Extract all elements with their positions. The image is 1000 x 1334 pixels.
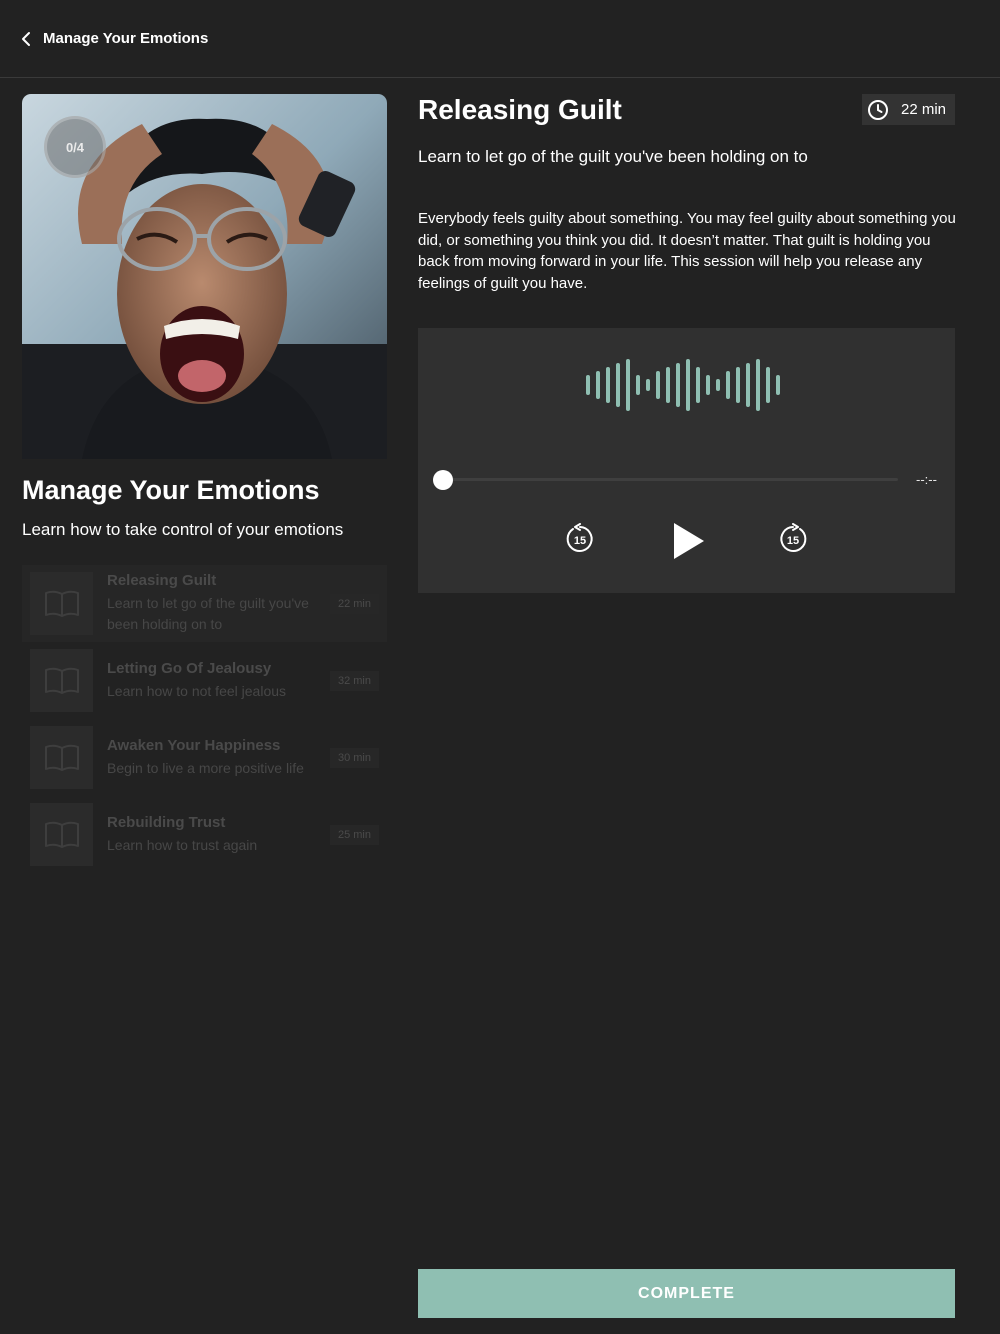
waveform-bar	[676, 363, 680, 407]
waveform-bar	[666, 367, 670, 403]
course-title: Manage Your Emotions	[22, 475, 320, 505]
lesson-description: Learn how to trust again	[107, 836, 258, 853]
progress-badge: 0/4	[44, 116, 106, 178]
forward-15-button[interactable]: 15	[777, 523, 809, 555]
lesson-title: Releasing Guilt	[107, 572, 217, 589]
waveform-bar	[626, 359, 630, 411]
seek-track[interactable]	[443, 478, 898, 481]
waveform-bar	[586, 375, 590, 395]
waveform-bar	[686, 359, 690, 411]
course-subtitle: Learn how to take control of your emotio…	[22, 520, 344, 539]
book-icon	[30, 649, 93, 712]
lesson-description: Learn to let go of the guilt you've been…	[107, 595, 309, 632]
rewind-seconds: 15	[574, 535, 586, 547]
play-button[interactable]	[672, 521, 706, 561]
waveform-bar	[616, 363, 620, 407]
lesson-list: Releasing Guilt Learn to let go of the g…	[22, 565, 387, 873]
lesson-description: Learn how to not feel jealous	[107, 682, 287, 699]
clock-icon	[868, 99, 888, 120]
lesson-item-letting-go-of-jealousy[interactable]: Letting Go Of Jealousy Learn how to not …	[22, 642, 387, 719]
lesson-item-releasing-guilt[interactable]: Releasing Guilt Learn to let go of the g…	[22, 565, 387, 642]
waveform-bar	[696, 367, 700, 403]
audio-player: --:-- 15 15	[418, 328, 955, 593]
waveform-icon	[586, 359, 780, 411]
duration-label: 22 min	[901, 101, 947, 118]
waveform-bar	[646, 379, 650, 391]
book-icon	[30, 726, 93, 789]
waveform-bar	[706, 375, 710, 395]
complete-button[interactable]: COMPLETE	[418, 1269, 955, 1318]
lesson-duration: 25 min	[329, 824, 379, 845]
lesson-title: Rebuilding Trust	[107, 813, 226, 831]
chevron-left-icon	[22, 31, 30, 46]
waveform-bar	[746, 363, 750, 407]
waveform-bar	[636, 375, 640, 395]
seek-handle[interactable]	[433, 470, 453, 490]
waveform-bar	[736, 367, 740, 403]
waveform-bar	[656, 371, 660, 399]
top-bar: Manage Your Emotions	[0, 0, 1000, 78]
session-subtitle: Learn to let go of the guilt you've been…	[418, 147, 808, 166]
lesson-duration: 30 min	[329, 747, 379, 768]
lesson-item-rebuilding-trust[interactable]: Rebuilding Trust Learn how to trust agai…	[22, 796, 387, 873]
back-label: Manage Your Emotions	[43, 30, 209, 47]
waveform-bar	[766, 367, 770, 403]
session-description: Everybody feels guilty about something. …	[418, 210, 956, 292]
book-icon	[30, 803, 93, 866]
lesson-duration: 32 min	[329, 670, 379, 691]
lesson-item-awaken-your-happiness[interactable]: Awaken Your Happiness Begin to live a mo…	[22, 719, 387, 796]
back-button[interactable]: Manage Your Emotions	[18, 30, 208, 47]
rewind-15-button[interactable]: 15	[564, 523, 596, 555]
waveform-bar	[596, 371, 600, 399]
waveform-bar	[776, 375, 780, 395]
play-icon	[674, 523, 704, 559]
rewind-icon: 15	[566, 523, 593, 552]
session-title: Releasing Guilt	[418, 94, 622, 125]
waveform-bar	[606, 367, 610, 403]
waveform-bar	[726, 371, 730, 399]
waveform-bar	[756, 359, 760, 411]
forward-seconds: 15	[787, 535, 799, 547]
lesson-duration: 22 min	[329, 593, 379, 614]
duration-chip: 22 min	[862, 94, 955, 125]
lesson-title: Letting Go Of Jealousy	[107, 659, 272, 677]
waveform-bar	[716, 379, 720, 391]
book-icon	[30, 572, 93, 635]
lesson-title: Awaken Your Happiness	[107, 736, 281, 754]
lesson-description: Begin to live a more positive life	[107, 759, 304, 776]
time-readout: --:--	[916, 472, 937, 487]
forward-icon: 15	[780, 523, 807, 552]
